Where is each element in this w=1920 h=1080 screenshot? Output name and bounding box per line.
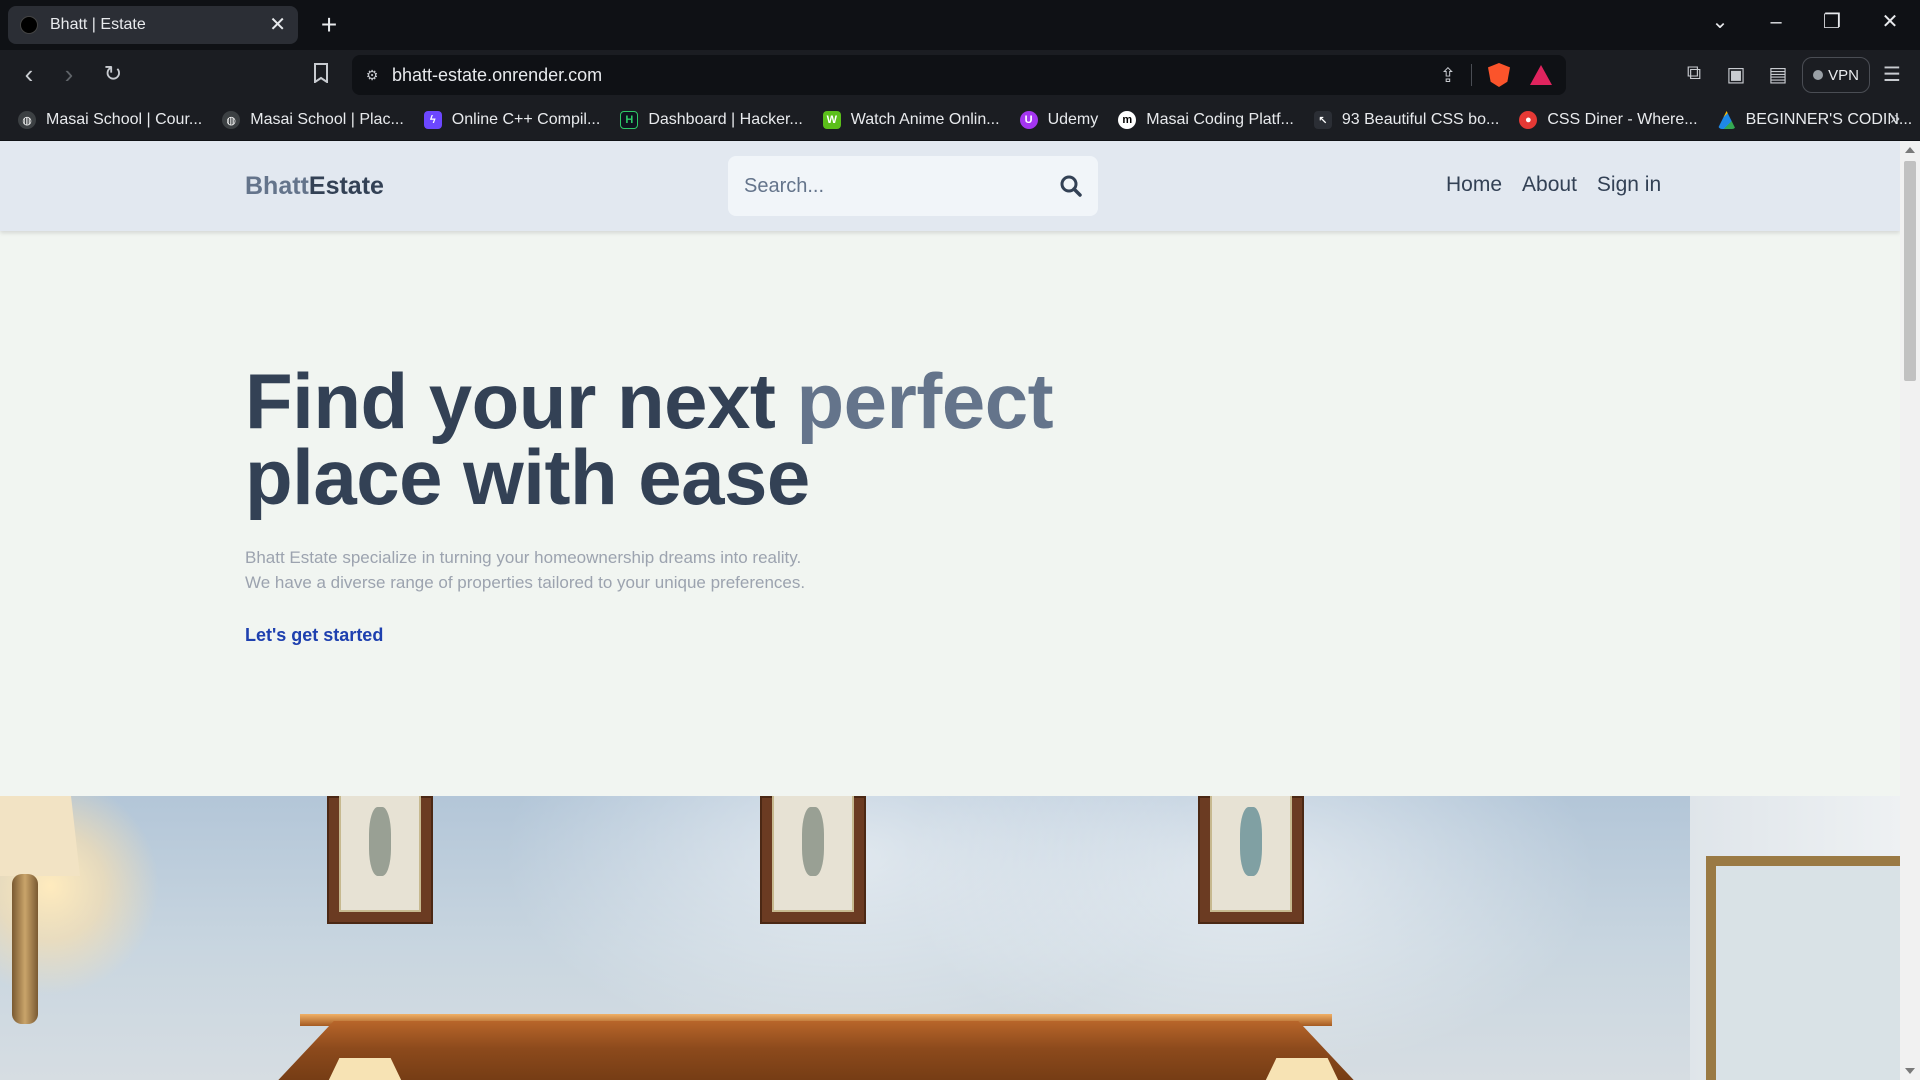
tab-title: Bhatt | Estate bbox=[50, 16, 146, 33]
css-icon: ↖ bbox=[1313, 111, 1332, 129]
bookmark-item[interactable]: H Dashboard | Hacker... bbox=[620, 111, 803, 129]
bookmark-item[interactable]: ↖ 93 Beautiful CSS bo... bbox=[1313, 111, 1499, 129]
nav-home-link[interactable]: Home bbox=[1446, 173, 1502, 197]
search-input[interactable] bbox=[744, 174, 1060, 198]
bookmarks-bar: ◍ Masai School | Cour... ◍ Masai School | … bbox=[0, 100, 1920, 140]
reload-button[interactable]: ↻ bbox=[98, 60, 128, 90]
back-button[interactable]: ‹ bbox=[14, 60, 44, 90]
forward-button[interactable]: › bbox=[54, 60, 84, 90]
globe-icon: ◍ bbox=[18, 111, 36, 129]
brave-shields-icon[interactable] bbox=[1488, 63, 1510, 87]
menu-icon[interactable]: ☰ bbox=[1878, 62, 1906, 87]
bolt-icon: ϟ bbox=[423, 111, 442, 129]
site-logo[interactable]: BhattEstate bbox=[245, 172, 384, 201]
bookmark-item[interactable]: ◍ Masai School | Plac... bbox=[222, 111, 404, 129]
tab-search-chevron-icon[interactable]: ⌄ bbox=[1700, 4, 1740, 40]
scroll-up-arrow-icon[interactable] bbox=[1905, 147, 1915, 153]
drive-icon bbox=[1717, 111, 1736, 129]
hero-desc-line-1: Bhatt Estate specialize in turning your … bbox=[245, 548, 802, 567]
masai-icon: m bbox=[1118, 111, 1137, 129]
more-bookmarks-button[interactable]: » bbox=[1890, 108, 1900, 129]
address-bar[interactable]: ⚙ bhatt-estate.onrender.com ⇪ bbox=[352, 55, 1566, 95]
wall-picture-frame bbox=[327, 796, 433, 924]
wallet-icon[interactable]: ▤ bbox=[1764, 62, 1792, 87]
bookmark-item[interactable]: ϟ Online C++ Compil... bbox=[423, 111, 600, 129]
vpn-status-icon bbox=[1813, 70, 1824, 80]
main-nav: Home About Sign in bbox=[1446, 173, 1661, 197]
wall-picture-frame bbox=[1198, 796, 1304, 924]
bookmark-item[interactable]: ● CSS Diner - Where... bbox=[1519, 111, 1698, 129]
bookmark-item[interactable]: ◍ Masai School | Cour... bbox=[18, 111, 202, 129]
bookmark-item[interactable]: U Udemy bbox=[1019, 111, 1098, 129]
close-window-button[interactable]: ✕ bbox=[1870, 4, 1910, 40]
hackerrank-icon: H bbox=[620, 111, 639, 129]
logo-part-1: Bhatt bbox=[245, 172, 309, 200]
wall-mirror bbox=[1706, 856, 1900, 1080]
share-icon[interactable]: ⇪ bbox=[1431, 63, 1465, 88]
bed-headboard bbox=[268, 1021, 1364, 1080]
vpn-label: VPN bbox=[1828, 66, 1859, 84]
toolbar-separator bbox=[1471, 64, 1472, 86]
brave-rewards-icon[interactable] bbox=[1530, 65, 1552, 85]
site-header: BhattEstate Home About Sign in bbox=[0, 141, 1900, 231]
bookmark-icon bbox=[314, 63, 328, 84]
hero-desc-line-2: We have a diverse range of properties ta… bbox=[245, 573, 806, 592]
address-url[interactable]: bhatt-estate.onrender.com bbox=[392, 65, 1431, 86]
close-tab-icon[interactable]: ✕ bbox=[269, 15, 286, 35]
hero-bedroom-image bbox=[0, 796, 1900, 1080]
nav-signin-link[interactable]: Sign in bbox=[1597, 173, 1661, 197]
restore-button[interactable]: ❐ bbox=[1812, 4, 1852, 40]
extensions-icon[interactable]: ⧉ bbox=[1680, 62, 1708, 85]
search-icon[interactable] bbox=[1060, 175, 1082, 197]
new-tab-button[interactable]: + bbox=[314, 10, 344, 40]
udemy-icon: U bbox=[1019, 111, 1038, 129]
search-form bbox=[728, 156, 1098, 216]
vpn-button[interactable]: VPN bbox=[1802, 57, 1870, 93]
wall-picture-frame bbox=[760, 796, 866, 924]
site-settings-icon[interactable]: ⚙ bbox=[352, 67, 392, 84]
get-started-link[interactable]: Let's get started bbox=[245, 625, 383, 646]
page-scrollbar[interactable] bbox=[1900, 141, 1920, 1080]
hero-title-accent: perfect bbox=[796, 357, 1054, 445]
globe-icon: ◍ bbox=[222, 111, 241, 129]
hero-title-end: place with ease bbox=[245, 433, 810, 521]
lamp-shade bbox=[0, 796, 80, 876]
hero-section: Find your next perfect place with ease B… bbox=[245, 362, 1054, 646]
logo-part-2: Estate bbox=[308, 172, 384, 200]
hero-description: Bhatt Estate specialize in turning your … bbox=[245, 545, 1053, 595]
scroll-down-arrow-icon[interactable] bbox=[1905, 1068, 1915, 1074]
minimize-button[interactable]: – bbox=[1756, 4, 1796, 40]
bookmark-item[interactable]: m Masai Coding Platf... bbox=[1118, 111, 1294, 129]
scrollbar-thumb[interactable] bbox=[1904, 161, 1916, 381]
page-viewport: BhattEstate Home About Sign in Find your… bbox=[0, 141, 1900, 1080]
hero-title: Find your next perfect place with ease bbox=[245, 362, 1054, 516]
browser-toolbar: ‹ › ↻ ⚙ bhatt-estate.onrender.com ⇪ ⧉ ▣ … bbox=[0, 50, 1920, 100]
lamp-base bbox=[12, 874, 38, 1024]
bookmark-item[interactable]: W Watch Anime Onlin... bbox=[822, 111, 1000, 129]
nav-about-link[interactable]: About bbox=[1522, 173, 1577, 197]
sidebar-icon[interactable]: ▣ bbox=[1722, 62, 1750, 87]
bookmark-item[interactable]: BEGINNER'S CODIN... bbox=[1717, 111, 1912, 129]
bookmark-page-button[interactable] bbox=[306, 60, 336, 90]
browser-tab[interactable]: Bhatt | Estate ✕ bbox=[8, 6, 298, 44]
css-diner-icon: ● bbox=[1519, 111, 1538, 129]
site-favicon-icon bbox=[20, 16, 38, 34]
tab-strip: Bhatt | Estate ✕ + ⌄ – ❐ ✕ bbox=[0, 0, 1920, 50]
hero-title-start: Find your next bbox=[245, 357, 797, 445]
anime-icon: W bbox=[822, 111, 841, 129]
